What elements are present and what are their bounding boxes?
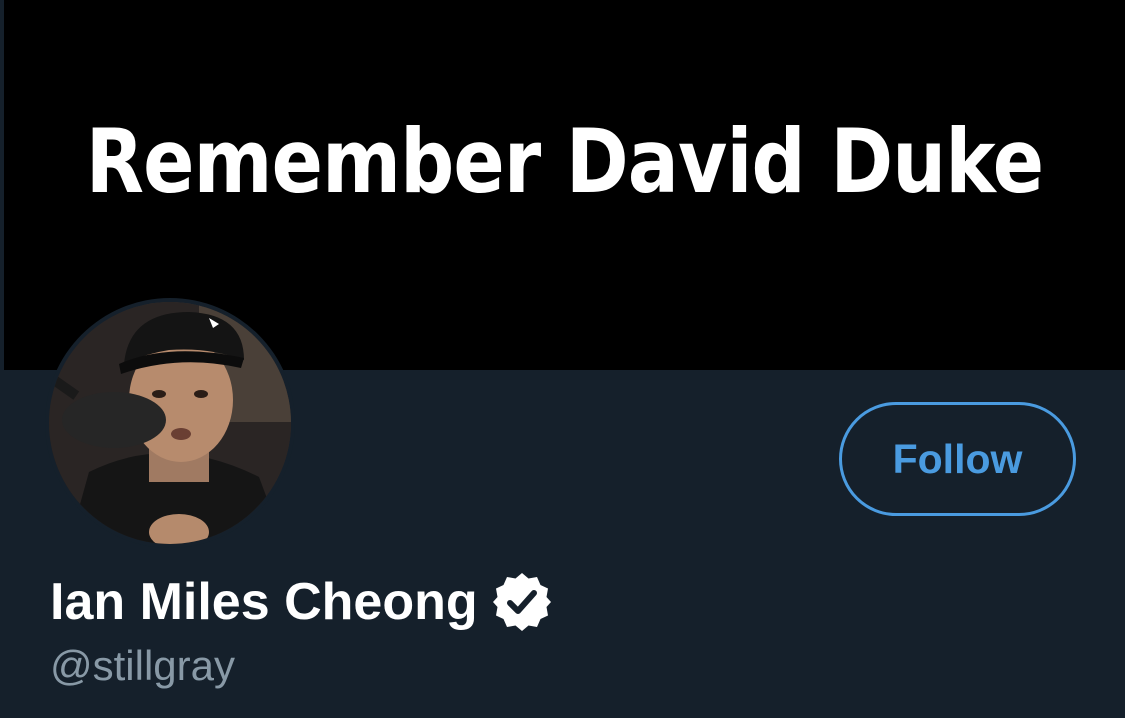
banner-text: Remember David Duke xyxy=(85,110,1044,213)
display-name: Ian Miles Cheong xyxy=(50,573,478,631)
verified-badge-icon xyxy=(490,570,554,634)
name-row: Ian Miles Cheong xyxy=(50,570,554,634)
avatar-illustration xyxy=(49,302,291,544)
avatar-photo xyxy=(49,302,291,544)
follow-button[interactable]: Follow xyxy=(839,402,1076,516)
avatar[interactable] xyxy=(45,298,295,548)
user-handle: @stillgray xyxy=(50,642,236,689)
profile-header: Remember David Duke Follow Ian Miles Che… xyxy=(0,0,1125,718)
